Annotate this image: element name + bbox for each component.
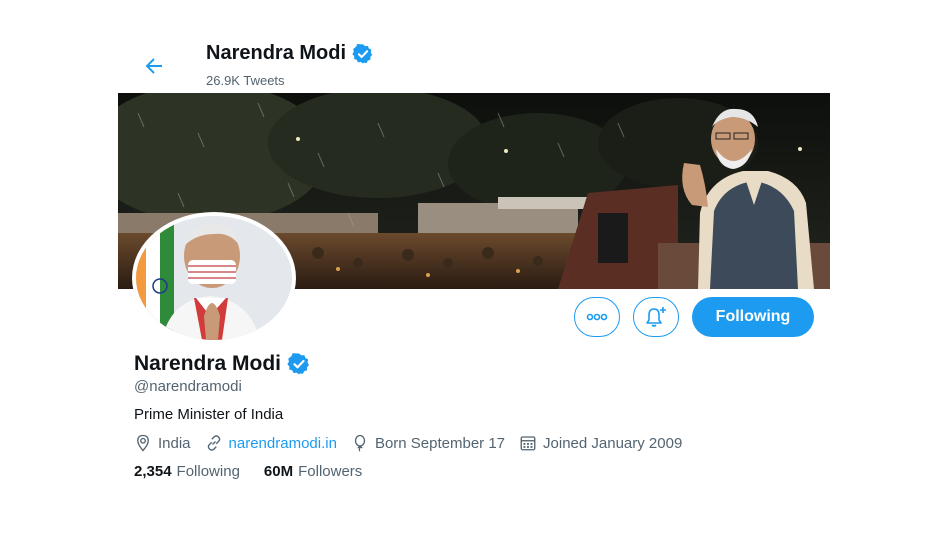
header-title: Narendra Modi xyxy=(206,42,374,65)
verified-badge-icon xyxy=(352,43,373,64)
avatar-photo xyxy=(136,216,292,340)
website-link[interactable]: narendramodi.in xyxy=(229,435,337,452)
birthday-text: Born September 17 xyxy=(374,434,506,452)
following-button[interactable]: Following xyxy=(692,297,814,337)
link-icon xyxy=(207,435,220,451)
following-count: 2,354 xyxy=(134,463,172,480)
location-item: India xyxy=(134,434,191,452)
profile-name-text: Narendra Modi xyxy=(134,352,282,375)
followers-label: Followers xyxy=(298,463,363,480)
website-item: narendramodi.in xyxy=(205,434,337,452)
profile-bio: Prime Minister of India xyxy=(134,406,284,423)
location-text: India xyxy=(158,434,191,452)
joined-text: Joined January 2009 xyxy=(543,434,683,452)
verified-badge-icon xyxy=(287,353,310,375)
calendar-icon xyxy=(520,436,536,451)
followers-count: 60M xyxy=(263,463,294,480)
header-name-text: Narendra Modi xyxy=(206,42,347,64)
joined-item: Joined January 2009 xyxy=(519,434,682,452)
bell-plus-icon xyxy=(646,307,666,327)
profile-header: Narendra Modi 26.9K Tweets xyxy=(118,30,830,92)
back-button[interactable] xyxy=(142,54,166,78)
profile-avatar[interactable] xyxy=(132,212,296,344)
profile-display-name: Narendra Modi xyxy=(134,352,311,376)
followers-stat[interactable]: 60M Followers xyxy=(264,463,362,480)
more-button[interactable] xyxy=(574,297,620,337)
balloon-icon xyxy=(354,434,366,452)
back-arrow-icon xyxy=(145,58,162,74)
location-icon xyxy=(137,434,149,452)
tweets-count: 26.9K Tweets xyxy=(206,73,285,88)
profile-meta: India narendramodi.in Born September 17 … xyxy=(134,434,696,452)
more-icon xyxy=(586,313,608,321)
profile-handle: @narendramodi xyxy=(134,378,242,395)
notifications-button[interactable] xyxy=(633,297,679,337)
following-label: Following xyxy=(176,463,240,480)
profile-stats: 2,354 Following 60M Followers xyxy=(134,463,386,480)
following-stat[interactable]: 2,354 Following xyxy=(134,463,240,480)
birthday-item: Born September 17 xyxy=(351,434,505,452)
